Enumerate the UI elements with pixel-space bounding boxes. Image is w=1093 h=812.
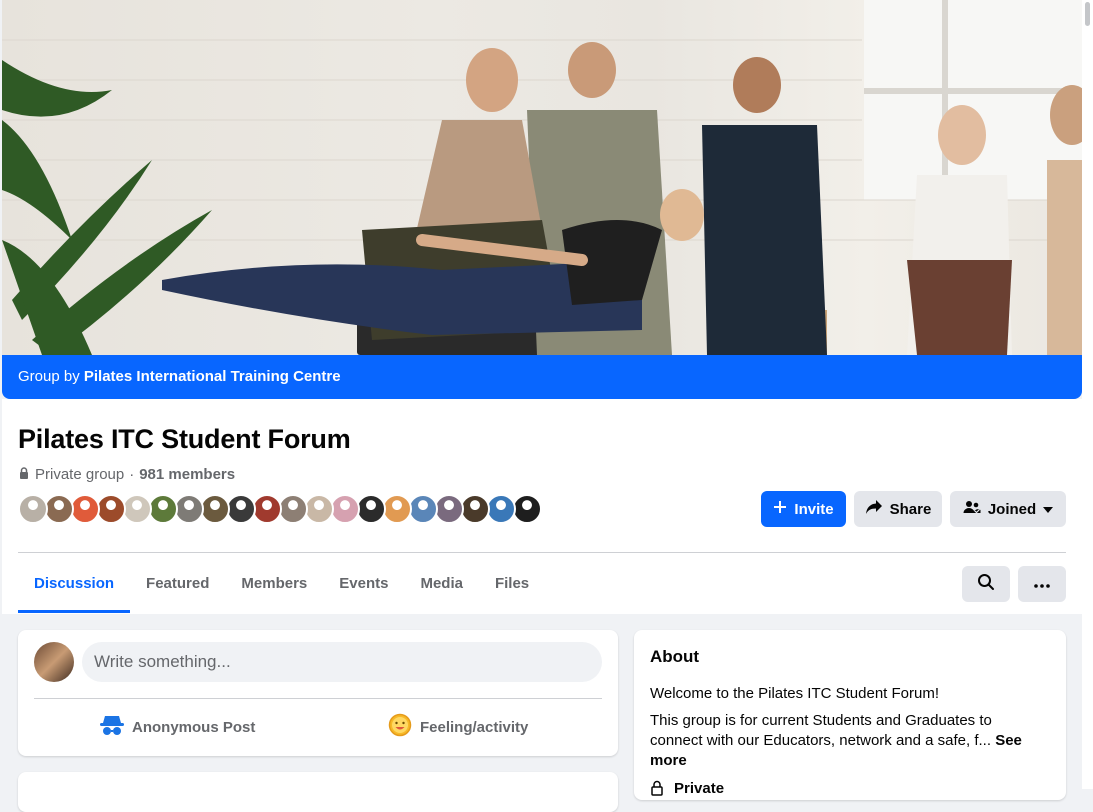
incognito-icon [100, 714, 124, 740]
feeling-label: Feeling/activity [420, 718, 529, 736]
member-avatar[interactable] [44, 494, 74, 524]
scrollbar-thumb[interactable] [1085, 2, 1090, 26]
lock-icon [18, 466, 30, 483]
group-tabs: Discussion Featured Members Events Media File… [18, 553, 545, 613]
group-meta: Private group · 981 members [18, 466, 235, 483]
share-button[interactable]: Share [854, 491, 942, 527]
member-avatar[interactable] [460, 494, 490, 524]
tab-featured[interactable]: Featured [130, 553, 225, 613]
avatar[interactable] [34, 642, 74, 682]
group-header: Pilates ITC Student Forum Private group … [2, 399, 1082, 614]
composer-divider [34, 698, 602, 699]
about-description: This group is for current Students and G… [650, 711, 1045, 771]
invite-button[interactable]: Invite [761, 491, 846, 527]
search-button[interactable] [962, 566, 1010, 602]
member-avatar[interactable] [200, 494, 230, 524]
member-avatar[interactable] [70, 494, 100, 524]
more-dots-icon [1034, 575, 1050, 593]
member-avatar[interactable] [252, 494, 282, 524]
more-options-button[interactable] [1018, 566, 1066, 602]
share-label: Share [889, 500, 932, 518]
member-avatar[interactable] [408, 494, 438, 524]
member-avatar[interactable] [304, 494, 334, 524]
member-avatar[interactable] [434, 494, 464, 524]
member-avatar[interactable] [96, 494, 126, 524]
page-scrollbar[interactable] [1082, 0, 1093, 789]
lock-icon [650, 780, 664, 800]
about-privacy: Private [650, 780, 724, 800]
about-welcome: Welcome to the Pilates ITC Student Forum… [650, 685, 940, 702]
cover-photo[interactable] [2, 0, 1082, 355]
search-icon [977, 573, 995, 596]
group-owner-banner: Group by Pilates International Training … [2, 355, 1082, 399]
tab-events[interactable]: Events [323, 553, 404, 613]
member-avatar[interactable] [226, 494, 256, 524]
joined-button[interactable]: Joined [950, 491, 1066, 527]
page-title[interactable]: Pilates ITC Student Forum [18, 424, 351, 455]
member-avatar[interactable] [174, 494, 204, 524]
member-avatar[interactable] [148, 494, 178, 524]
about-privacy-label: Private [674, 780, 725, 797]
post-composer: Write something... Anonymous Post Feelin… [18, 630, 618, 756]
member-avatar[interactable] [356, 494, 386, 524]
banner-prefix: Group by [18, 368, 80, 385]
member-avatar[interactable] [330, 494, 360, 524]
invite-label: Invite [794, 500, 834, 518]
member-avatar[interactable] [382, 494, 412, 524]
share-arrow-icon [865, 499, 883, 519]
group-page: Group by Pilates International Training … [2, 0, 1082, 812]
tab-members[interactable]: Members [225, 553, 323, 613]
member-avatar[interactable] [278, 494, 308, 524]
privacy-label[interactable]: Private group [35, 466, 124, 483]
member-count[interactable]: 981 members [139, 466, 235, 483]
member-avatar[interactable] [486, 494, 516, 524]
joined-label: Joined [987, 500, 1037, 518]
member-avatars [18, 494, 542, 524]
plus-icon [773, 500, 787, 518]
post-card [18, 772, 618, 812]
tab-files[interactable]: Files [479, 553, 545, 613]
feeling-activity-button[interactable]: Feeling/activity [388, 710, 528, 744]
meta-separator: · [129, 466, 135, 483]
tab-media[interactable]: Media [404, 553, 479, 613]
owner-link[interactable]: Pilates International Training Centre [84, 368, 341, 385]
member-avatar[interactable] [512, 494, 542, 524]
about-heading: About [650, 647, 700, 666]
anonymous-label: Anonymous Post [132, 718, 256, 736]
smiley-icon [388, 713, 412, 741]
tab-discussion[interactable]: Discussion [18, 553, 131, 613]
anonymous-post-button[interactable]: Anonymous Post [100, 710, 255, 744]
write-post-input[interactable]: Write something... [82, 642, 602, 682]
cover-illustration [2, 0, 1082, 355]
member-avatar[interactable] [122, 494, 152, 524]
about-card: About Welcome to the Pilates ITC Student… [634, 630, 1066, 800]
about-description-text: This group is for current Students and G… [650, 712, 992, 749]
caret-down-icon [1043, 501, 1054, 518]
member-avatar[interactable] [18, 494, 48, 524]
members-icon [963, 500, 981, 518]
